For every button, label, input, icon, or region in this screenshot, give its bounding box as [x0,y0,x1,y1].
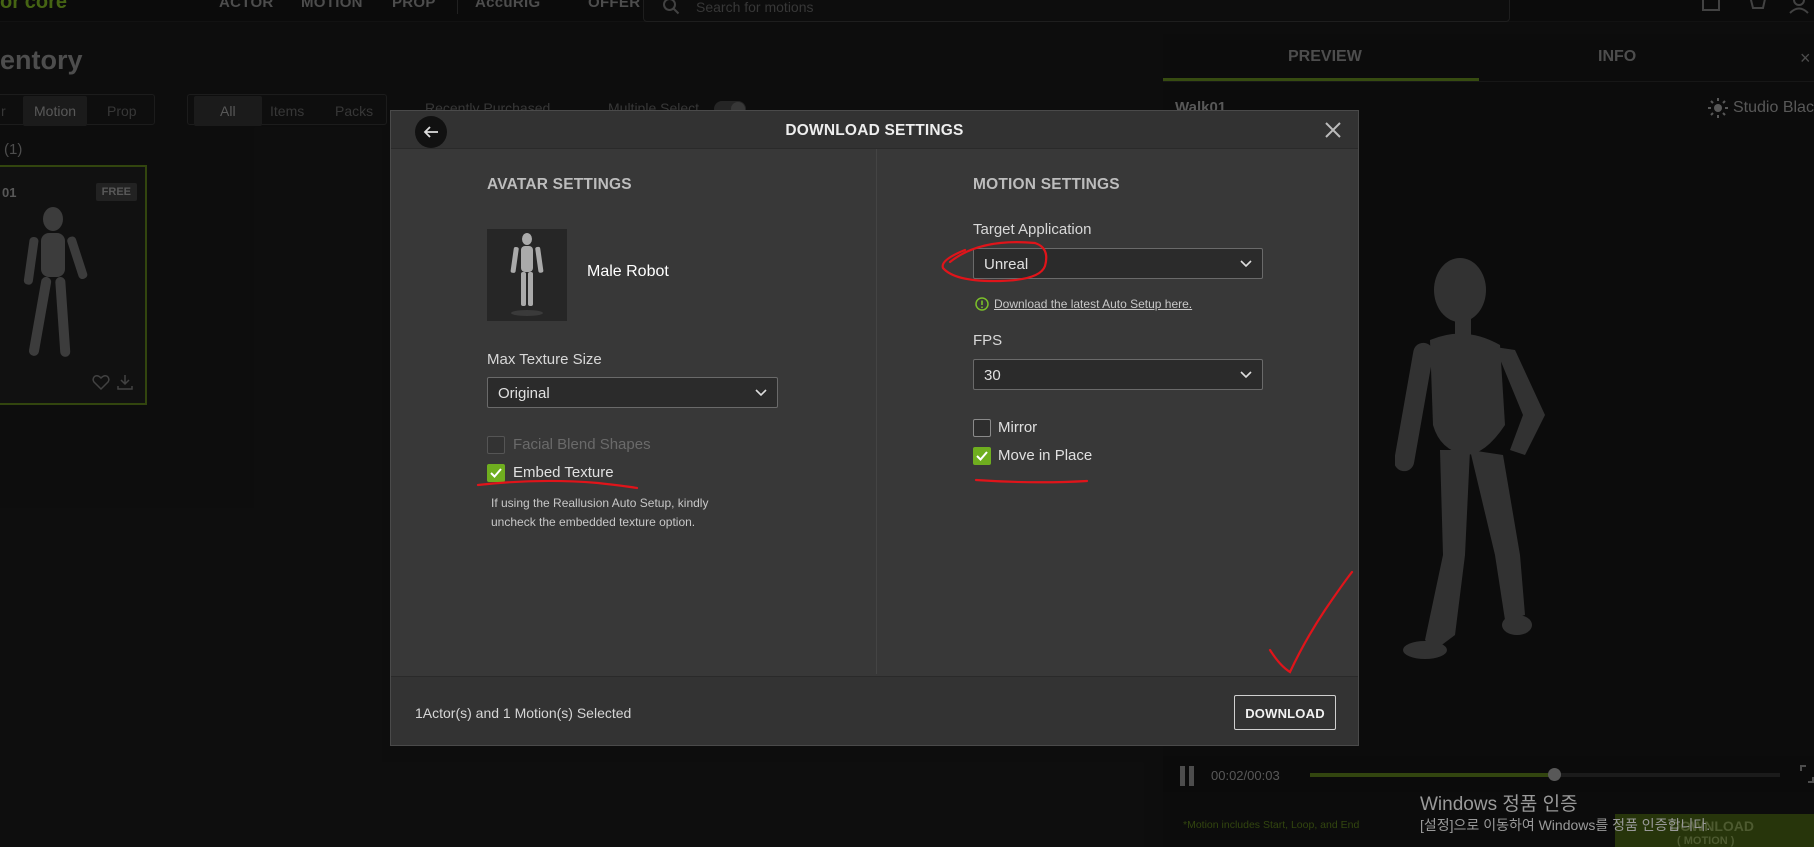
robot-figure-icon [510,233,544,316]
facial-blend-label: Facial Blend Shapes [513,436,651,453]
target-application-value: Unreal [984,256,1029,273]
mirror-checkbox[interactable] [973,419,991,437]
embed-texture-label: Embed Texture [513,464,614,481]
target-application-label: Target Application [973,221,1092,238]
auto-setup-link[interactable]: Download the latest Auto Setup here. [994,297,1192,311]
selection-summary: 1Actor(s) and 1 Motion(s) Selected [415,705,632,721]
chevron-down-icon [755,389,767,397]
max-texture-label: Max Texture Size [487,351,602,368]
close-icon[interactable] [1323,120,1343,140]
move-in-place-checkbox[interactable] [973,447,991,465]
download-button-label: DOWNLOAD [1245,706,1325,721]
column-divider [876,149,877,674]
move-in-place-label: Move in Place [998,447,1093,464]
chevron-down-icon [1240,371,1252,379]
max-texture-select[interactable]: Original [487,377,778,408]
download-settings-dialog: DOWNLOAD SETTINGS AVATAR SETTINGS Male R… [390,110,1359,746]
facial-blend-checkbox[interactable] [487,436,505,454]
chevron-down-icon [1240,260,1252,268]
dialog-title: DOWNLOAD SETTINGS [785,122,964,139]
windows-activation-text: [설정]으로 이동하여 Windows를 정품 인증합니다. [1420,817,1711,833]
avatar-settings-title: AVATAR SETTINGS [487,176,632,193]
checkmark-icon [490,468,502,478]
windows-activation-title: Windows 정품 인증 [1420,794,1578,815]
info-icon [975,297,989,311]
motion-settings-title: MOTION SETTINGS [973,176,1120,193]
avatar-thumbnail [487,229,567,321]
dialog-header: DOWNLOAD SETTINGS [391,111,1358,149]
download-button[interactable]: DOWNLOAD [1234,695,1336,730]
fps-label: FPS [973,332,1003,349]
fps-select[interactable]: 30 [973,359,1263,390]
max-texture-value: Original [498,385,550,402]
fps-value: 30 [984,367,1001,384]
target-application-select[interactable]: Unreal [973,248,1263,279]
checkmark-icon [976,451,988,461]
avatar-name: Male Robot [587,263,669,280]
embed-texture-hint: If using the Reallusion Auto Setup, kind… [491,496,709,529]
embed-texture-checkbox[interactable] [487,464,505,482]
mirror-label: Mirror [998,419,1038,436]
